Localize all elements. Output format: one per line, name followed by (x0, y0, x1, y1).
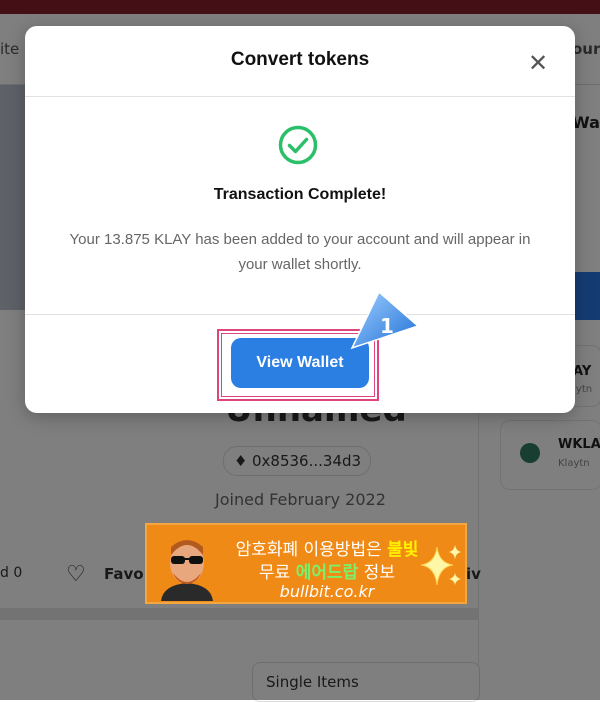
transaction-status: Transaction Complete! (213, 186, 387, 203)
ad-subline: 무료 에어드랍 정보 (217, 558, 437, 583)
view-wallet-button[interactable]: View Wallet (231, 338, 369, 388)
transaction-message: Your 13.875 KLAY has been added to your … (69, 231, 531, 273)
ad-banner[interactable]: 암호화폐 이용방법은 불빛 무료 에어드랍 정보 bullbit.co.kr (145, 523, 467, 604)
ad-headline: 암호화폐 이용방법은 불빛 (217, 535, 437, 560)
close-icon[interactable]: ✕ (525, 50, 551, 76)
ad-url: bullbit.co.kr (279, 582, 375, 601)
divider (25, 314, 575, 315)
step-number: 1 (380, 314, 394, 338)
step-marker-arrow-icon: 1 (350, 290, 420, 350)
ad-text: 무료 (259, 563, 296, 583)
modal-title: Convert tokens (230, 49, 370, 70)
sparkle-icon (420, 545, 461, 586)
convert-tokens-modal: Convert tokens ✕ Transaction Complete! Y… (25, 26, 575, 413)
ad-text: 정보 (358, 563, 395, 583)
ad-text: 암호화폐 이용방법은 (235, 540, 388, 560)
cartoon-face-icon (161, 540, 213, 601)
ad-airdrop: 에어드랍 (295, 563, 359, 583)
ad-brand: 불빛 (387, 540, 419, 560)
divider (25, 96, 575, 97)
success-check-icon (278, 125, 318, 165)
